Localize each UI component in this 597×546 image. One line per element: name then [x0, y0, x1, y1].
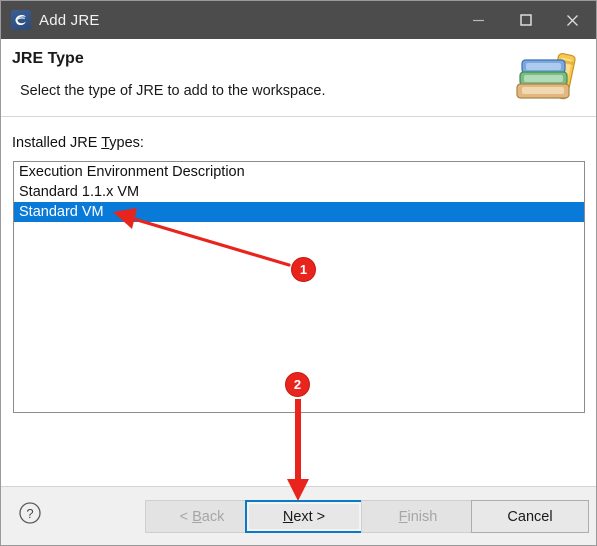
- dialog-header: JRE Type Select the type of JRE to add t…: [1, 39, 596, 117]
- cancel-button[interactable]: Cancel: [471, 500, 589, 533]
- title-bar: Add JRE: [1, 1, 596, 39]
- help-question-icon[interactable]: ?: [18, 501, 42, 525]
- next-button-label: Next >: [282, 508, 326, 525]
- maximize-button[interactable]: [502, 1, 549, 39]
- cancel-button-label: Cancel: [507, 508, 553, 525]
- finish-button-label: Finish: [398, 508, 438, 525]
- page-subtitle: Select the type of JRE to add to the wor…: [20, 83, 326, 99]
- list-item[interactable]: Standard VM: [14, 202, 584, 222]
- list-item[interactable]: Execution Environment Description: [14, 162, 584, 182]
- eclipse-icon: [11, 10, 31, 30]
- label-prefix: Installed JRE: [12, 135, 102, 151]
- window-controls: [455, 1, 596, 39]
- page-title: JRE Type: [12, 50, 84, 67]
- installed-jre-types-label: Installed JRE Types:: [12, 135, 144, 151]
- close-button[interactable]: [549, 1, 596, 39]
- window-title: Add JRE: [39, 11, 100, 29]
- back-button-label: < Back: [179, 508, 225, 525]
- books-icon: [514, 46, 582, 108]
- label-suffix: ypes:: [109, 135, 144, 151]
- svg-text:?: ?: [26, 506, 33, 521]
- minimize-button[interactable]: [455, 1, 502, 39]
- next-button[interactable]: Next >: [245, 500, 363, 533]
- jre-types-listbox[interactable]: Execution Environment Description Standa…: [13, 161, 585, 413]
- dialog-footer: ? < Back Next > Finish Cancel: [1, 486, 596, 545]
- dialog-content: Installed JRE Types: Execution Environme…: [1, 118, 596, 486]
- back-button[interactable]: < Back: [145, 500, 259, 533]
- add-jre-dialog: Add JRE JRE Type Select the type of JRE …: [0, 0, 597, 546]
- list-item[interactable]: Standard 1.1.x VM: [14, 182, 584, 202]
- finish-button[interactable]: Finish: [361, 500, 475, 533]
